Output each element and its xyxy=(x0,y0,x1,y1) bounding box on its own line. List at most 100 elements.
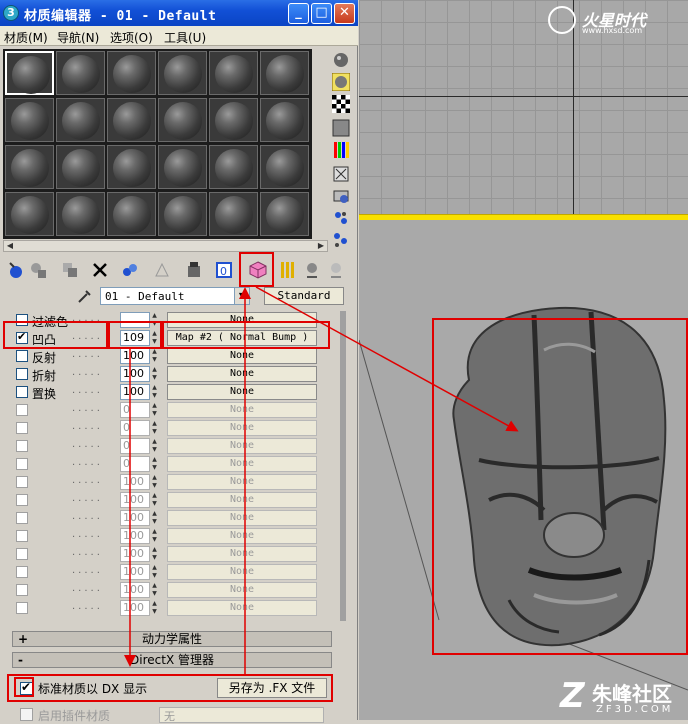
sample-slot[interactable] xyxy=(260,145,309,189)
sample-slot[interactable] xyxy=(56,98,105,142)
map-amount-field[interactable]: 100 xyxy=(120,528,150,544)
map-amount-spinner-icon[interactable]: ▲ ▼ xyxy=(150,438,159,454)
map-slot-button[interactable]: None xyxy=(167,564,317,580)
sample-slot[interactable] xyxy=(107,51,156,95)
select-by-material-icon[interactable] xyxy=(332,209,350,227)
sample-slot[interactable] xyxy=(209,51,258,95)
map-amount-field[interactable]: 100 xyxy=(120,384,150,400)
map-enable-checkbox[interactable] xyxy=(16,386,28,398)
map-slot-button[interactable]: None xyxy=(167,582,317,598)
map-enable-checkbox[interactable] xyxy=(16,314,28,326)
title-bar[interactable]: 3 材质编辑器 - 01 - Default _ □ ✕ xyxy=(0,0,358,26)
show-end-result-icon[interactable] xyxy=(279,261,297,279)
sample-slot[interactable] xyxy=(158,192,207,236)
sample-slot[interactable] xyxy=(260,98,309,142)
sample-slot[interactable] xyxy=(56,192,105,236)
map-amount-spinner-icon[interactable]: ▲ ▼ xyxy=(150,600,159,616)
put-to-library-icon[interactable] xyxy=(153,261,171,279)
sample-slot[interactable] xyxy=(107,145,156,189)
menu-options[interactable]: 选项(O) xyxy=(110,29,153,46)
scroll-left-arrow-icon[interactable]: ◀ xyxy=(4,241,16,251)
map-amount-field[interactable]: 100 xyxy=(120,510,150,526)
map-slot-button[interactable]: None xyxy=(167,456,317,472)
map-enable-checkbox[interactable] xyxy=(16,602,28,614)
map-amount-spinner-icon[interactable]: ▲ ▼ xyxy=(150,510,159,526)
map-amount-field[interactable]: 0 xyxy=(120,438,150,454)
backlight-icon[interactable] xyxy=(332,73,350,91)
save-as-fx-button[interactable]: 另存为 .FX 文件 xyxy=(217,678,327,698)
map-enable-checkbox[interactable] xyxy=(16,566,28,578)
sample-slot[interactable] xyxy=(5,51,54,95)
map-enable-checkbox[interactable] xyxy=(16,584,28,596)
dx-display-checkbox[interactable] xyxy=(20,680,33,695)
map-enable-checkbox[interactable] xyxy=(16,512,28,524)
sample-slot[interactable] xyxy=(209,145,258,189)
map-slot-button[interactable]: None xyxy=(167,528,317,544)
map-amount-spinner-icon[interactable]: ▲ ▼ xyxy=(150,348,159,364)
sample-slot[interactable] xyxy=(56,145,105,189)
go-to-parent-icon[interactable] xyxy=(303,261,321,279)
map-amount-spinner-icon[interactable]: ▲ ▼ xyxy=(150,402,159,418)
map-amount-spinner-icon[interactable]: ▲ ▼ xyxy=(150,384,159,400)
map-slot-button[interactable]: Map #2 ( Normal Bump ) xyxy=(167,330,317,346)
map-amount-field[interactable] xyxy=(120,312,150,328)
sample-slot[interactable] xyxy=(260,192,309,236)
go-forward-to-sibling-icon[interactable] xyxy=(327,261,345,279)
map-amount-field[interactable]: 0 xyxy=(120,420,150,436)
background-checker-icon[interactable] xyxy=(332,95,350,113)
sample-slot[interactable] xyxy=(158,145,207,189)
map-slot-button[interactable]: None xyxy=(167,438,317,454)
map-amount-spinner-icon[interactable]: ▲ ▼ xyxy=(150,474,159,490)
material-name-dropdown-arrow-icon[interactable]: ▼ xyxy=(234,287,250,305)
map-amount-field[interactable]: 0 xyxy=(120,402,150,418)
get-material-icon[interactable] xyxy=(7,261,25,279)
map-enable-checkbox[interactable] xyxy=(16,350,28,362)
map-amount-spinner-icon[interactable]: ▲ ▼ xyxy=(150,582,159,598)
map-amount-spinner-icon[interactable]: ▲ ▼ xyxy=(150,366,159,382)
sample-slot[interactable] xyxy=(158,51,207,95)
show-map-in-viewport-icon[interactable]: 0 xyxy=(215,261,233,279)
map-enable-checkbox[interactable] xyxy=(16,440,28,452)
reset-map-icon[interactable] xyxy=(91,261,109,279)
map-amount-spinner-icon[interactable]: ▲ ▼ xyxy=(150,330,159,346)
sample-slot[interactable] xyxy=(260,51,309,95)
map-enable-checkbox[interactable] xyxy=(16,548,28,560)
map-enable-checkbox[interactable] xyxy=(16,368,28,380)
enable-plugin-material-checkbox[interactable] xyxy=(20,708,33,721)
sample-slot[interactable] xyxy=(209,192,258,236)
dynamics-rollout-header[interactable]: + 动力学属性 xyxy=(12,631,332,647)
sample-slot[interactable] xyxy=(56,51,105,95)
map-amount-field[interactable]: 100 xyxy=(120,366,150,382)
assign-to-selection-icon[interactable] xyxy=(61,261,79,279)
head-mesh[interactable] xyxy=(452,306,667,647)
map-enable-checkbox[interactable] xyxy=(16,458,28,470)
map-slot-button[interactable]: None xyxy=(167,402,317,418)
map-amount-spinner-icon[interactable]: ▲ ▼ xyxy=(150,312,159,328)
map-slot-button[interactable]: None xyxy=(167,546,317,562)
material-name-field[interactable]: 01 - Default xyxy=(100,287,250,305)
map-enable-checkbox[interactable] xyxy=(16,530,28,542)
pick-material-eyedropper-icon[interactable] xyxy=(76,287,94,305)
map-slot-button[interactable]: None xyxy=(167,384,317,400)
map-amount-spinner-icon[interactable]: ▲ ▼ xyxy=(150,456,159,472)
sample-slot[interactable] xyxy=(158,98,207,142)
map-enable-checkbox[interactable] xyxy=(16,476,28,488)
map-amount-field[interactable]: 100 xyxy=(120,348,150,364)
sample-type-sphere-icon[interactable] xyxy=(332,51,350,69)
sample-slot[interactable] xyxy=(5,145,54,189)
make-preview-icon[interactable] xyxy=(332,165,350,183)
map-amount-field[interactable]: 100 xyxy=(120,582,150,598)
map-amount-spinner-icon[interactable]: ▲ ▼ xyxy=(150,546,159,562)
perspective-viewport[interactable] xyxy=(359,220,688,720)
video-color-check-icon[interactable] xyxy=(332,141,350,159)
directx-rollout-header[interactable]: - DirectX 管理器 xyxy=(12,652,332,668)
material-effects-channel-icon[interactable] xyxy=(185,261,203,279)
menu-navigation[interactable]: 导航(N) xyxy=(57,29,99,46)
map-amount-field[interactable]: 100 xyxy=(120,600,150,616)
map-slot-button[interactable]: None xyxy=(167,420,317,436)
map-enable-checkbox[interactable] xyxy=(16,494,28,506)
sample-slot[interactable] xyxy=(107,98,156,142)
material-type-button[interactable]: Standard xyxy=(264,287,344,305)
scroll-right-arrow-icon[interactable]: ▶ xyxy=(315,241,327,251)
map-amount-spinner-icon[interactable]: ▲ ▼ xyxy=(150,492,159,508)
